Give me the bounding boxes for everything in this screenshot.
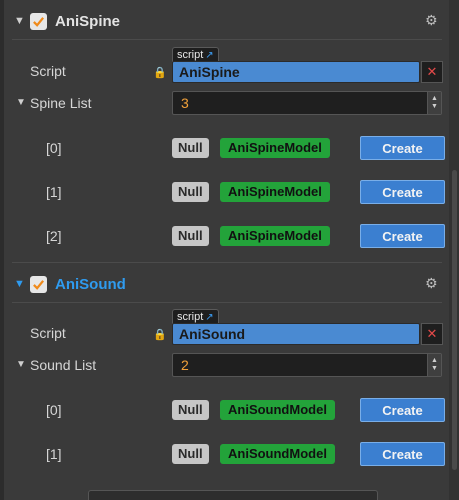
list-label: Spine List — [30, 95, 92, 111]
create-button[interactable]: Create — [360, 136, 445, 160]
collapse-arrow-icon[interactable]: ▼ — [16, 97, 26, 108]
divider — [12, 39, 442, 40]
script-value: AniSound — [179, 326, 246, 342]
lock-icon: 🔒 — [153, 329, 167, 341]
list-count-value: 2 — [181, 357, 189, 373]
checkmark-icon — [33, 279, 45, 290]
create-button[interactable]: Create — [360, 442, 445, 466]
create-button[interactable]: Create — [360, 398, 445, 422]
gear-icon[interactable]: ⚙ — [425, 13, 439, 27]
script-tag-label: script — [177, 311, 204, 323]
null-chip: Null — [172, 138, 209, 158]
script-field[interactable]: AniSpine — [172, 61, 420, 83]
item-index: [1] — [46, 184, 62, 200]
component-title: AniSpine — [55, 12, 121, 30]
script-tag[interactable]: script ↗ — [172, 47, 219, 62]
gear-icon[interactable]: ⚙ — [425, 276, 439, 290]
component-title: AniSound — [55, 275, 126, 293]
lock-icon: 🔒 — [153, 67, 167, 79]
item-index: [0] — [46, 402, 62, 418]
item-index: [0] — [46, 140, 62, 156]
list-count-field[interactable]: 2 ▲ ▼ — [172, 353, 442, 377]
list-count-field[interactable]: 3 ▲ ▼ — [172, 91, 442, 115]
component-header-anisound[interactable]: ▼ AniSound ⚙ — [4, 265, 449, 303]
null-chip: Null — [172, 400, 209, 420]
collapse-arrow-icon[interactable]: ▼ — [16, 359, 26, 370]
external-link-icon: ↗ — [205, 50, 214, 61]
external-link-icon: ↗ — [205, 312, 214, 323]
list-label: Sound List — [30, 357, 97, 373]
model-chip[interactable]: AniSoundModel — [220, 444, 335, 464]
add-component-button[interactable] — [88, 490, 378, 500]
item-index: [1] — [46, 446, 62, 462]
null-chip: Null — [172, 182, 209, 202]
script-tag-label: script — [177, 49, 204, 61]
null-chip: Null — [172, 226, 209, 246]
create-button[interactable]: Create — [360, 180, 445, 204]
divider — [12, 262, 442, 263]
script-label: Script — [30, 325, 66, 341]
list-count-value: 3 — [181, 95, 189, 111]
script-value: AniSpine — [179, 64, 240, 80]
inspector-panel: ▼ AniSpine ⚙ script ↗ Script 🔒 AniSpine ✕… — [0, 0, 459, 500]
model-chip[interactable]: AniSpineModel — [220, 138, 330, 158]
checkmark-icon — [33, 16, 45, 27]
remove-script-button[interactable]: ✕ — [421, 323, 443, 345]
stepper-icon[interactable]: ▲ ▼ — [427, 354, 441, 376]
divider — [12, 302, 442, 303]
model-chip[interactable]: AniSpineModel — [220, 226, 330, 246]
enabled-checkbox[interactable] — [30, 12, 47, 30]
script-label: Script — [30, 63, 66, 79]
model-chip[interactable]: AniSoundModel — [220, 400, 335, 420]
item-index: [2] — [46, 228, 62, 244]
collapse-arrow-icon[interactable]: ▼ — [14, 278, 26, 290]
collapse-arrow-icon[interactable]: ▼ — [14, 15, 26, 27]
close-icon: ✕ — [426, 326, 438, 341]
remove-script-button[interactable]: ✕ — [421, 61, 443, 83]
stepper-icon[interactable]: ▲ ▼ — [427, 92, 441, 114]
create-button[interactable]: Create — [360, 224, 445, 248]
enabled-checkbox[interactable] — [30, 275, 47, 293]
component-header-anispine[interactable]: ▼ AniSpine ⚙ — [4, 2, 449, 40]
null-chip: Null — [172, 444, 209, 464]
left-rail — [0, 0, 4, 500]
close-icon: ✕ — [426, 64, 438, 79]
model-chip[interactable]: AniSpineModel — [220, 182, 330, 202]
script-field[interactable]: AniSound — [172, 323, 420, 345]
script-tag[interactable]: script ↗ — [172, 309, 219, 324]
scrollbar-thumb[interactable] — [452, 170, 457, 470]
